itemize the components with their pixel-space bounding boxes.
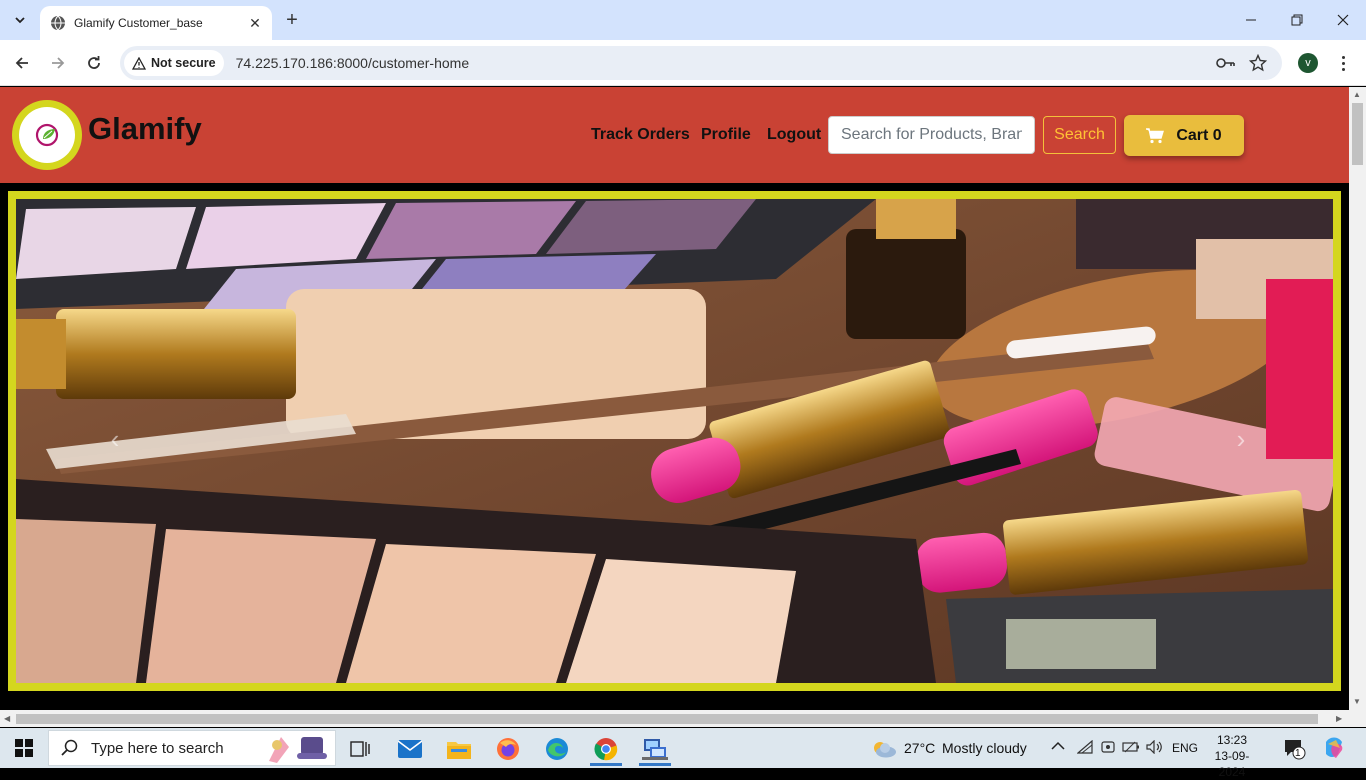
browser-menu-icon[interactable] xyxy=(1336,51,1350,75)
chevron-up-icon[interactable] xyxy=(1051,738,1065,754)
taskbar-search-placeholder: Type here to search xyxy=(91,739,224,757)
chevron-down-icon xyxy=(15,17,25,24)
notification-count: 1 xyxy=(1295,748,1301,759)
warning-icon xyxy=(132,56,146,70)
reload-button[interactable] xyxy=(82,51,106,75)
close-icon xyxy=(1337,14,1349,26)
clock-time: 13:23 xyxy=(1216,733,1248,747)
carousel-prev-button[interactable]: ‹ xyxy=(100,424,130,454)
input-language[interactable]: ENG xyxy=(1172,741,1198,755)
web-page: Glamify Track Orders Profile Logout Sear… xyxy=(0,87,1349,710)
windows-taskbar: Type here to search 27°C Mostly cloudy E… xyxy=(0,728,1366,779)
system-clock[interactable]: 13:23 13-09-2024 xyxy=(1206,732,1258,780)
horizontal-scrollbar[interactable]: ◀ ▶ xyxy=(0,710,1366,727)
nav-track-orders[interactable]: Track Orders xyxy=(591,126,690,144)
browser-tab-bar: Glamify Customer_base ✕ + xyxy=(0,0,1366,40)
arrow-right-icon xyxy=(52,57,65,69)
cosmetics-hero-image xyxy=(16,199,1333,683)
browser-tab-active[interactable]: Glamify Customer_base ✕ xyxy=(40,6,272,40)
search-icon xyxy=(61,739,78,756)
restore-icon xyxy=(1291,14,1303,26)
logo-leaf-icon xyxy=(19,107,75,163)
globe-icon xyxy=(50,15,66,31)
horizontal-scroll-thumb[interactable] xyxy=(16,714,1318,724)
scroll-up-icon[interactable]: ▲ xyxy=(1353,90,1361,99)
search-button[interactable]: Search xyxy=(1043,116,1116,154)
tab-title: Glamify Customer_base xyxy=(74,16,203,30)
cart-label: Cart 0 xyxy=(1176,126,1222,144)
address-bar[interactable]: Not secure 74.225.170.186:8000/customer-… xyxy=(120,46,1282,80)
forward-button[interactable] xyxy=(46,51,70,75)
network-icon[interactable] xyxy=(1076,739,1093,757)
firefox-icon[interactable] xyxy=(488,732,528,766)
minimize-icon xyxy=(1246,19,1256,21)
product-search-input[interactable] xyxy=(828,116,1035,154)
cart-button[interactable]: Cart 0 xyxy=(1124,115,1244,156)
password-key-icon[interactable] xyxy=(1216,53,1236,73)
weather-temp: 27°C xyxy=(904,740,936,756)
browser-toolbar: Not secure 74.225.170.186:8000/customer-… xyxy=(0,40,1366,86)
site-header: Glamify Track Orders Profile Logout Sear… xyxy=(0,87,1349,183)
close-tab-icon[interactable]: ✕ xyxy=(246,14,264,32)
volume-icon[interactable] xyxy=(1146,739,1164,757)
scroll-left-icon[interactable]: ◀ xyxy=(4,714,10,723)
scroll-right-icon[interactable]: ▶ xyxy=(1336,714,1342,723)
restore-button[interactable] xyxy=(1274,0,1320,40)
nav-logout[interactable]: Logout xyxy=(767,126,821,144)
nav-profile[interactable]: Profile xyxy=(701,126,751,144)
arrow-left-icon xyxy=(15,57,28,69)
vertical-scrollbar[interactable]: ▲ ▼ xyxy=(1349,87,1366,710)
minimize-button[interactable] xyxy=(1228,0,1274,40)
vertical-scroll-thumb[interactable] xyxy=(1352,103,1363,165)
bookmark-star-icon[interactable] xyxy=(1248,53,1268,73)
windows-logo-icon xyxy=(15,739,33,757)
search-highlight-icon xyxy=(269,737,327,763)
copilot-icon[interactable] xyxy=(1322,736,1346,763)
vpn-icon[interactable] xyxy=(1100,740,1116,757)
site-logo[interactable] xyxy=(12,100,82,170)
carousel-next-button[interactable]: › xyxy=(1226,424,1256,454)
new-tab-button[interactable]: + xyxy=(280,8,304,32)
cart-icon xyxy=(1146,127,1165,143)
brand-name[interactable]: Glamify xyxy=(88,111,202,147)
close-window-button[interactable] xyxy=(1320,0,1366,40)
profile-avatar[interactable]: v xyxy=(1298,53,1318,73)
chrome-taskbar-icon[interactable] xyxy=(586,732,626,766)
edge-icon[interactable] xyxy=(537,732,577,766)
battery-icon[interactable] xyxy=(1122,740,1140,757)
hero-carousel: ‹ › xyxy=(16,199,1333,683)
back-button[interactable] xyxy=(10,51,34,75)
url-text[interactable]: 74.225.170.186:8000/customer-home xyxy=(236,55,470,71)
start-button[interactable] xyxy=(0,728,48,768)
cloud-icon xyxy=(874,742,896,758)
security-chip[interactable]: Not secure xyxy=(124,50,224,76)
mail-app-icon[interactable] xyxy=(390,732,430,766)
file-explorer-icon[interactable] xyxy=(439,732,479,766)
security-label: Not secure xyxy=(151,56,216,70)
weather-description: Mostly cloudy xyxy=(942,740,1027,756)
taskbar-search-box[interactable]: Type here to search xyxy=(48,730,336,766)
tab-search-button[interactable] xyxy=(8,8,32,32)
hero-carousel-frame: ‹ › xyxy=(8,191,1341,691)
clock-date: 13-09-2024 xyxy=(1214,749,1250,779)
remote-desktop-icon[interactable] xyxy=(635,732,675,766)
scroll-down-icon[interactable]: ▼ xyxy=(1353,697,1361,706)
reload-icon xyxy=(88,56,100,69)
task-view-icon[interactable] xyxy=(340,732,380,766)
